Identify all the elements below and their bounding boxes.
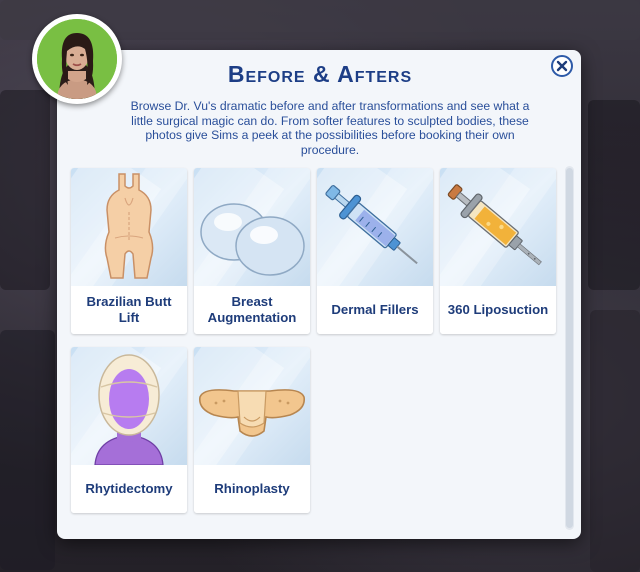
lipo-syringe-icon	[447, 184, 542, 266]
procedure-image	[71, 347, 187, 465]
procedure-label: Breast Augmentation	[194, 286, 310, 334]
bodysuit-icon	[104, 173, 154, 279]
sim-portrait-icon	[37, 19, 117, 99]
background-right	[588, 100, 640, 290]
procedure-image	[440, 168, 556, 286]
close-button[interactable]	[551, 55, 573, 77]
procedure-label: Brazilian Butt Lift	[71, 286, 187, 334]
procedure-label: Rhinoplasty	[194, 465, 310, 513]
procedure-card-rhytidectomy[interactable]: Rhytidectomy	[71, 347, 187, 513]
avatar	[32, 14, 122, 104]
close-icon	[556, 60, 568, 72]
scrollbar[interactable]	[565, 166, 574, 530]
dialog-description: Browse Dr. Vu's dramatic before and afte…	[130, 99, 530, 157]
nose-bandage-icon	[198, 389, 306, 437]
procedure-card-breast-augmentation[interactable]: Breast Augmentation	[194, 168, 310, 334]
face-wrap-icon	[94, 354, 164, 465]
procedure-label: 360 Liposuction	[440, 286, 556, 334]
implants-icon	[200, 203, 305, 276]
procedure-label: Rhytidectomy	[71, 465, 187, 513]
background-right-lower	[590, 310, 640, 572]
background-left	[0, 90, 50, 290]
procedure-image	[194, 168, 310, 286]
avatar-portrait	[37, 19, 117, 99]
procedure-grid: Brazilian Butt Lift Breast Augmentation	[71, 168, 561, 528]
procedure-image	[71, 168, 187, 286]
procedure-image	[194, 347, 310, 465]
procedure-image	[317, 168, 433, 286]
procedure-card-rhinoplasty[interactable]: Rhinoplasty	[194, 347, 310, 513]
syringe-icon	[325, 185, 418, 265]
procedure-card-360-liposuction[interactable]: 360 Liposuction	[440, 168, 556, 334]
background-left-lower	[0, 330, 55, 570]
scrollbar-thumb[interactable]	[566, 168, 573, 528]
procedure-label: Dermal Fillers	[317, 286, 433, 334]
procedure-card-dermal-fillers[interactable]: Dermal Fillers	[317, 168, 433, 334]
procedure-card-brazilian-butt-lift[interactable]: Brazilian Butt Lift	[71, 168, 187, 334]
